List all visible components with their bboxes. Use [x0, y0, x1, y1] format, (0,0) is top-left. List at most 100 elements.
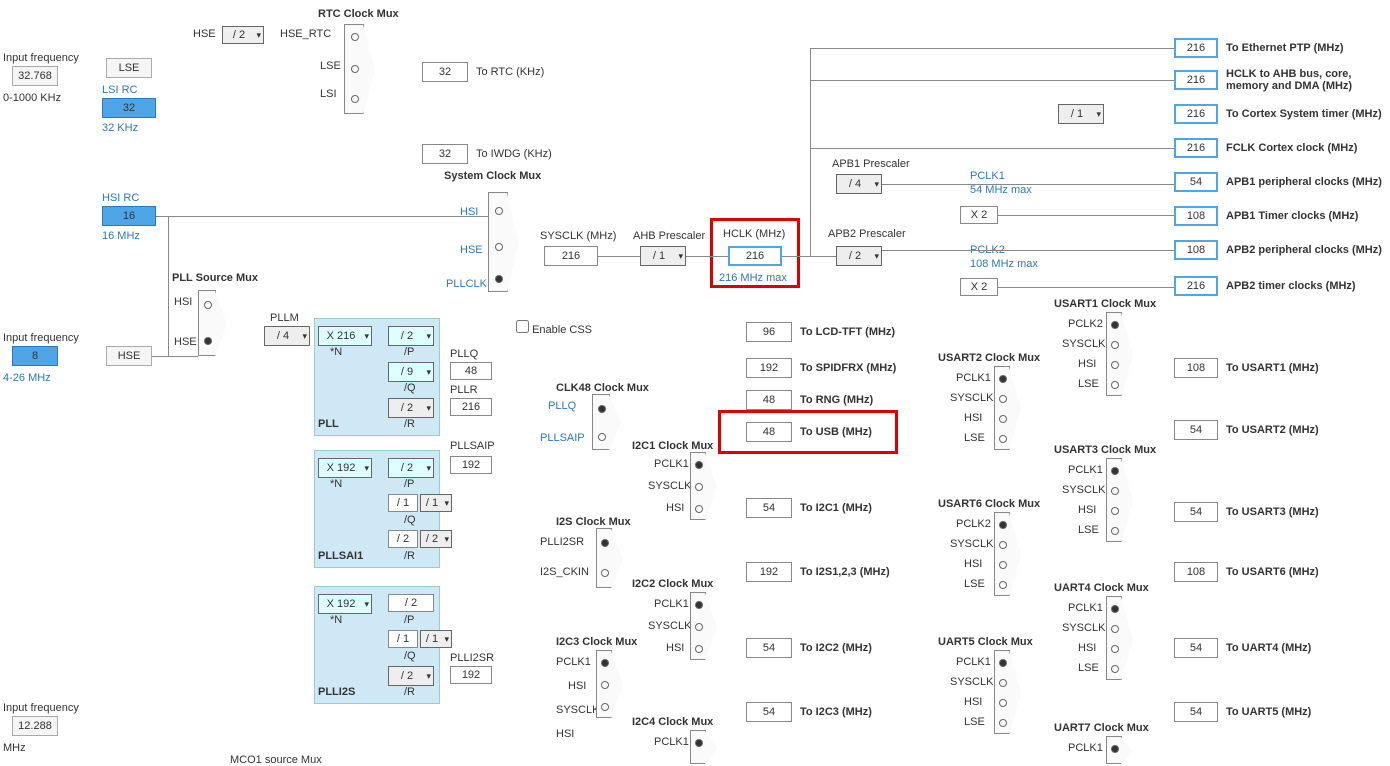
pllsai1-pl: /P: [404, 478, 414, 490]
apb1-div[interactable]: / 4: [836, 174, 882, 194]
rtc-hse-rtc-label: HSE_RTC: [280, 28, 331, 40]
sysmux-hse: HSE: [460, 244, 483, 256]
input-freq1-value[interactable]: 32.768: [12, 66, 58, 86]
uart7-mux[interactable]: [1106, 736, 1122, 764]
pll-r[interactable]: / 2: [388, 398, 434, 418]
plli2s-n[interactable]: X 192: [318, 594, 372, 614]
pllsai1-r: / 2: [388, 530, 418, 548]
pllsai1-q-div[interactable]: / 1: [420, 494, 452, 512]
pllsai1-n[interactable]: X 192: [318, 458, 372, 478]
plli2sr-label: PLLI2SR: [450, 652, 494, 664]
spidf-v: 192: [746, 358, 792, 378]
usart6-l: To USART6 (MHz): [1226, 566, 1319, 578]
line: [810, 148, 1174, 149]
i2c4-mux[interactable]: [690, 730, 706, 764]
uart4-mux[interactable]: [1106, 596, 1122, 680]
clk48-mux[interactable]: [592, 394, 610, 450]
i2c2-mux[interactable]: [690, 592, 706, 660]
plli2s-r[interactable]: / 2: [388, 666, 434, 686]
pll-source-mux[interactable]: [198, 290, 216, 356]
enable-css[interactable]: Enable CSS: [516, 320, 592, 336]
hse-source[interactable]: HSE: [106, 346, 152, 366]
out-cortex-v: 216: [1174, 104, 1218, 124]
apb1-x2: X 2: [960, 206, 998, 224]
pll-rl: /R: [404, 418, 415, 430]
line: [168, 216, 169, 356]
line: [810, 80, 1174, 81]
usart2-title: USART2 Clock Mux: [938, 352, 1040, 364]
plli2s-p: / 2: [388, 594, 434, 612]
i2s-mux[interactable]: [596, 528, 612, 588]
plli2s-q: / 1: [388, 630, 418, 648]
system-clock-mux[interactable]: [488, 192, 508, 292]
input-freq3-value[interactable]: 12.288: [12, 716, 58, 736]
lsi-value: 32: [102, 98, 156, 118]
u4-d: LSE: [1078, 662, 1099, 674]
pllsrc-hsi: HSI: [174, 296, 192, 308]
pllsai1-p[interactable]: / 2: [388, 458, 434, 478]
u7-a: PCLK1: [1068, 742, 1103, 754]
u4-b: SYSCLK: [1062, 622, 1105, 634]
i2c2-hsi: HSI: [666, 642, 684, 654]
pll-p[interactable]: / 2: [388, 326, 434, 346]
plli2s-q-div[interactable]: / 1: [420, 630, 452, 648]
rtc-lsi-label: LSI: [320, 88, 337, 100]
pllsai1-r-div[interactable]: / 2: [420, 530, 452, 548]
hclk-note: 216 MHz max: [719, 272, 787, 284]
cortex-div[interactable]: / 1: [1058, 104, 1104, 124]
uart5-v: 54: [1174, 702, 1218, 722]
usart1-v: 108: [1174, 358, 1218, 378]
spidf-l: To SPIDFRX (MHz): [800, 362, 896, 374]
input-freq2-value[interactable]: 8: [12, 346, 58, 366]
usart2-mux[interactable]: [994, 366, 1010, 450]
rtc-mux[interactable]: [344, 24, 364, 114]
rng-v: 48: [746, 390, 792, 410]
u6-d: LSE: [964, 578, 985, 590]
pllr-value: 216: [450, 398, 492, 416]
usart3-l: To USART3 (MHz): [1226, 506, 1319, 518]
uart4-title: UART4 Clock Mux: [1054, 582, 1149, 594]
u6-a: PCLK2: [956, 518, 991, 530]
clk48-pllsaip: PLLSAIP: [540, 432, 585, 444]
usart3-mux[interactable]: [1106, 458, 1122, 542]
input-freq3-label: Input frequency: [3, 702, 79, 714]
i2c2-mux-title: I2C2 Clock Mux: [632, 578, 713, 590]
usart1-l: To USART1 (MHz): [1226, 362, 1319, 374]
lse-source[interactable]: LSE: [106, 58, 152, 78]
pllm-div[interactable]: / 4: [264, 326, 310, 346]
usart3-v: 54: [1174, 502, 1218, 522]
out-eth-l: To Ethernet PTP (MHz): [1226, 42, 1344, 54]
enable-css-checkbox[interactable]: [516, 320, 529, 333]
input-freq2-label: Input frequency: [3, 332, 79, 344]
u1-a: PCLK2: [1068, 318, 1103, 330]
out-fclk-v: 216: [1174, 138, 1218, 158]
uart5-mux[interactable]: [994, 650, 1010, 734]
line: [882, 250, 1174, 251]
i2c3-hsi: HSI: [568, 680, 586, 692]
u2-a: PCLK1: [956, 372, 991, 384]
rtc-hse-div[interactable]: / 2: [222, 26, 264, 44]
pllsrc-title: PLL Source Mux: [172, 272, 258, 284]
apb2-div[interactable]: / 2: [836, 246, 882, 266]
u2-b: SYSCLK: [950, 392, 993, 404]
i2c4-pclk1: PCLK1: [654, 736, 689, 748]
hclk-value[interactable]: 216: [728, 246, 782, 266]
pll-n[interactable]: X 216: [318, 326, 372, 346]
usart1-mux[interactable]: [1106, 312, 1122, 396]
input-freq1-label: Input frequency: [3, 52, 79, 64]
usart6-mux[interactable]: [994, 512, 1010, 596]
u1-c: HSI: [1078, 358, 1096, 370]
out-apb1t-l: APB1 Timer clocks (MHz): [1226, 210, 1358, 222]
i2c3-mux[interactable]: [596, 650, 612, 718]
line: [686, 256, 728, 257]
pll-q[interactable]: / 9: [388, 362, 434, 382]
pllsai1-ql: /Q: [404, 514, 416, 526]
pclk2-max: 108 MHz max: [970, 258, 1038, 270]
uart4-l: To UART4 (MHz): [1226, 642, 1311, 654]
pllq-label: PLLQ: [450, 348, 478, 360]
line: [998, 215, 1174, 216]
out-eth-v: 216: [1174, 38, 1218, 58]
ahb-div[interactable]: / 1: [640, 246, 686, 266]
i2c1-mux[interactable]: [690, 452, 706, 520]
lcd-l: To LCD-TFT (MHz): [800, 326, 895, 338]
